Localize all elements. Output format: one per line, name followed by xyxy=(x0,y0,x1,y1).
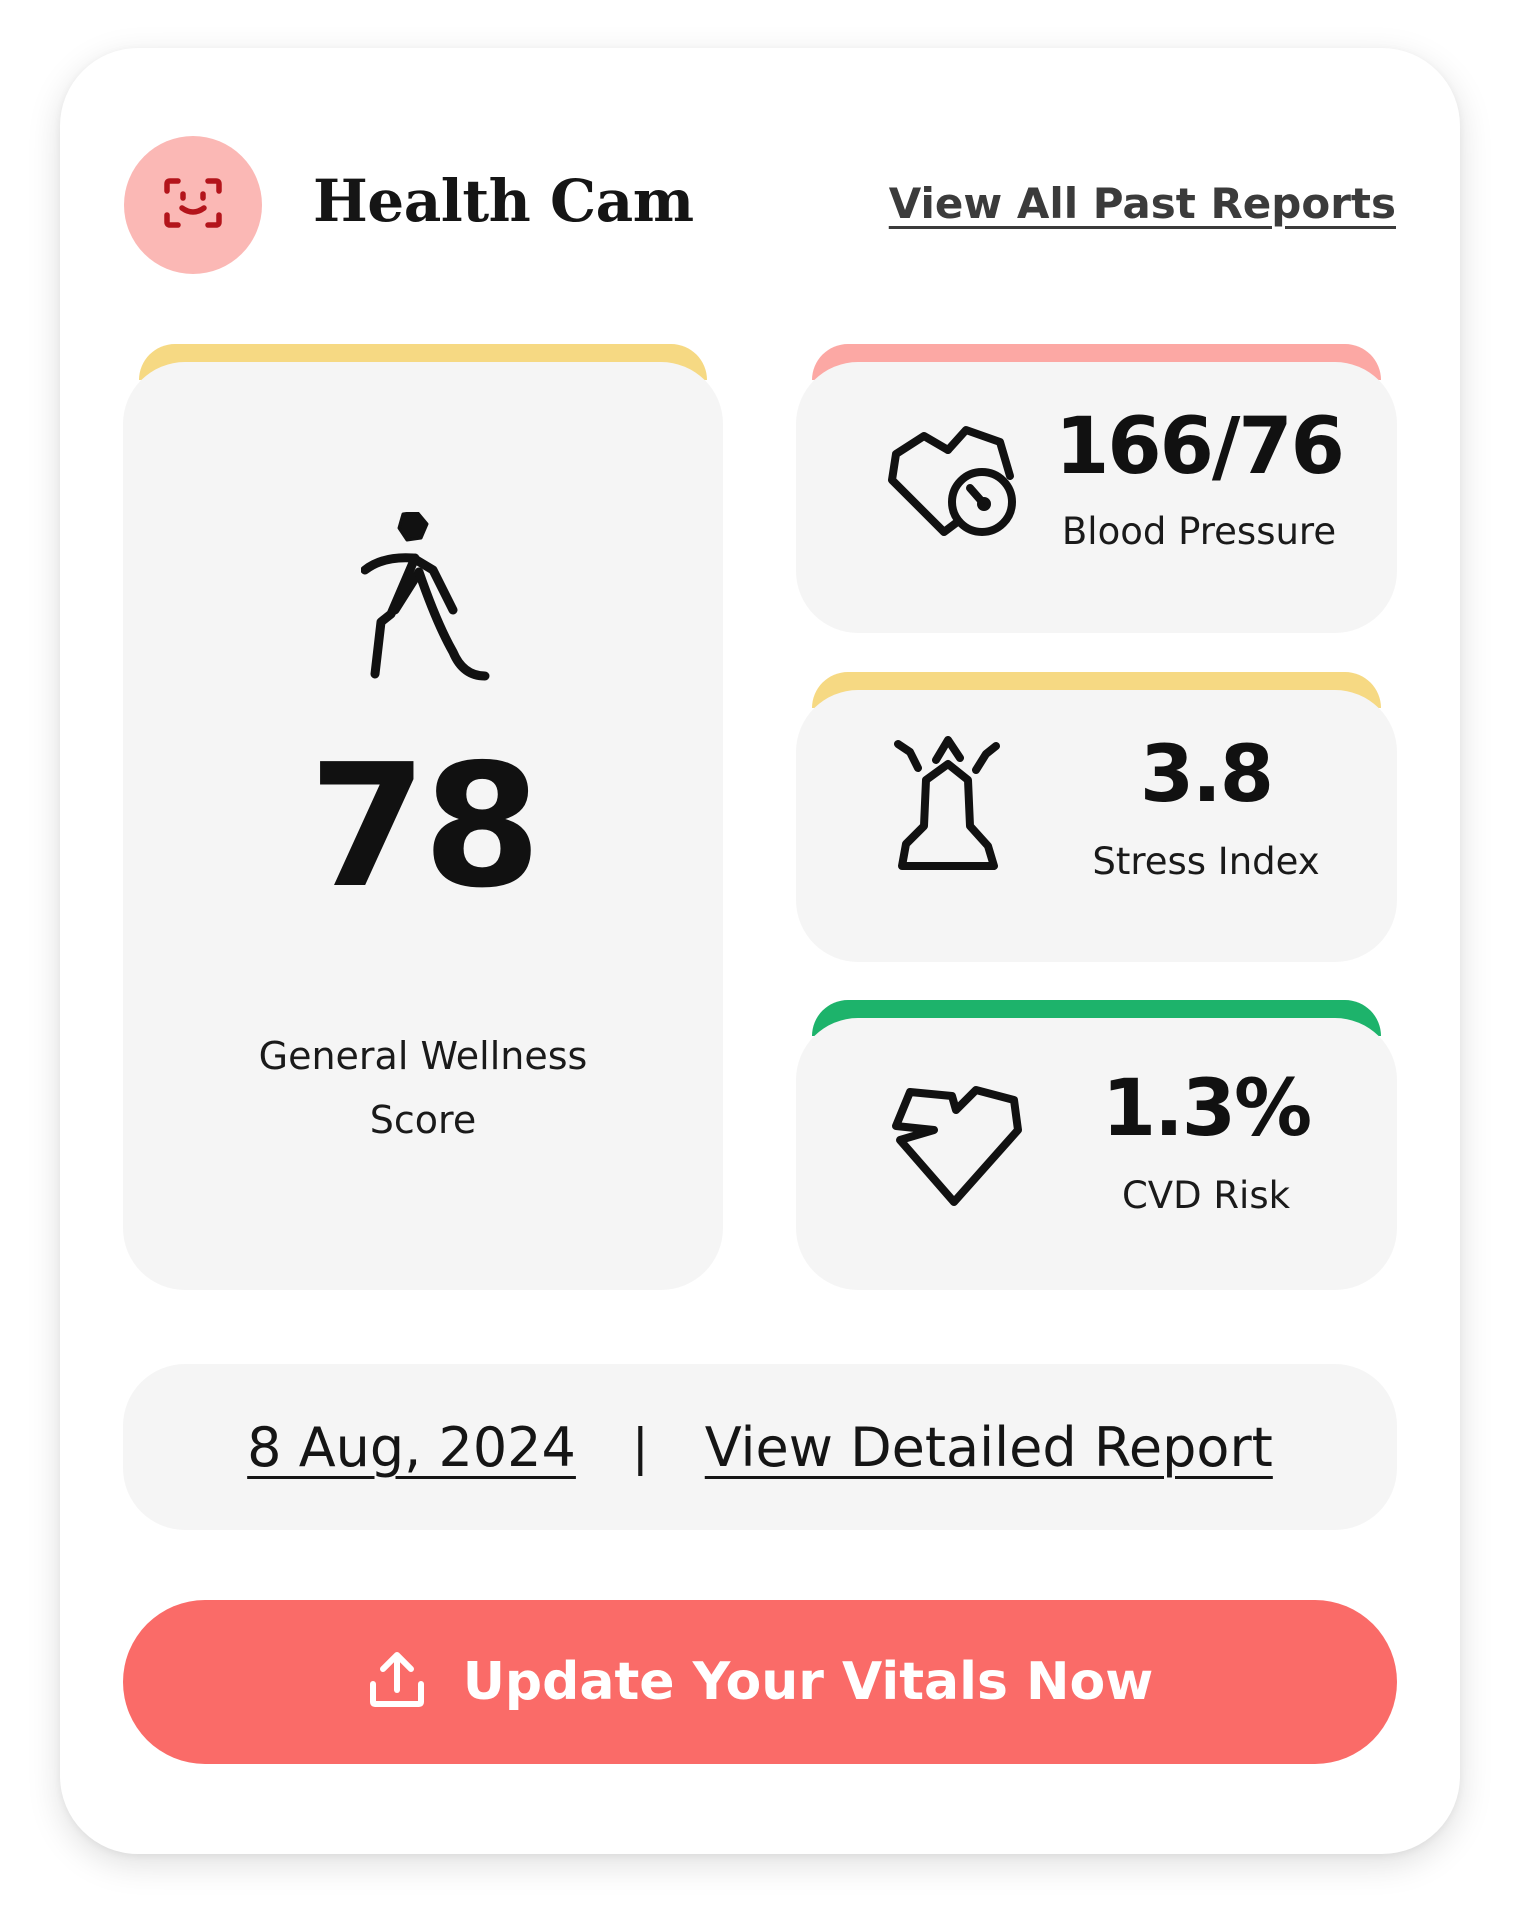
blood-pressure-value: 166/76 xyxy=(1055,402,1345,492)
app-title: Health Cam xyxy=(313,167,694,235)
wellness-score-label: General Wellness Score xyxy=(258,1034,588,1142)
cvd-risk-label: CVD Risk xyxy=(1121,1174,1291,1217)
walking-person-icon xyxy=(360,510,491,687)
broken-heart-icon xyxy=(890,1084,1024,1213)
blood-pressure-label: Blood Pressure xyxy=(1061,510,1337,553)
cvd-risk-value: 1.3% xyxy=(1101,1064,1312,1154)
wellness-score-value: 78 xyxy=(308,728,542,926)
app-logo xyxy=(124,136,262,274)
stress-index-card[interactable]: 3.8 Stress Index xyxy=(796,672,1397,962)
report-info-bar: 8 Aug, 2024 | View Detailed Report xyxy=(123,1364,1397,1530)
heart-gauge-icon xyxy=(888,424,1018,549)
health-cam-card: Health Cam View All Past Reports 78 Gene… xyxy=(60,48,1460,1854)
stress-index-label: Stress Index xyxy=(1092,840,1320,883)
upload-icon xyxy=(367,1650,427,1715)
view-detailed-report-link[interactable]: View Detailed Report xyxy=(705,1416,1273,1479)
separator: | xyxy=(631,1418,649,1476)
blood-pressure-card[interactable]: 166/76 Blood Pressure xyxy=(796,344,1397,633)
report-date-link[interactable]: 8 Aug, 2024 xyxy=(247,1416,576,1479)
wellness-score-card[interactable]: 78 General Wellness Score xyxy=(123,344,723,1290)
update-vitals-button[interactable]: Update Your Vitals Now xyxy=(123,1600,1397,1764)
update-vitals-label: Update Your Vitals Now xyxy=(462,1652,1154,1712)
stress-index-value: 3.8 xyxy=(1139,730,1274,820)
view-all-past-reports-link[interactable]: View All Past Reports xyxy=(889,176,1396,232)
face-scan-icon xyxy=(163,177,223,234)
stressed-person-icon xyxy=(892,736,1004,877)
cvd-risk-card[interactable]: 1.3% CVD Risk xyxy=(796,1000,1397,1290)
